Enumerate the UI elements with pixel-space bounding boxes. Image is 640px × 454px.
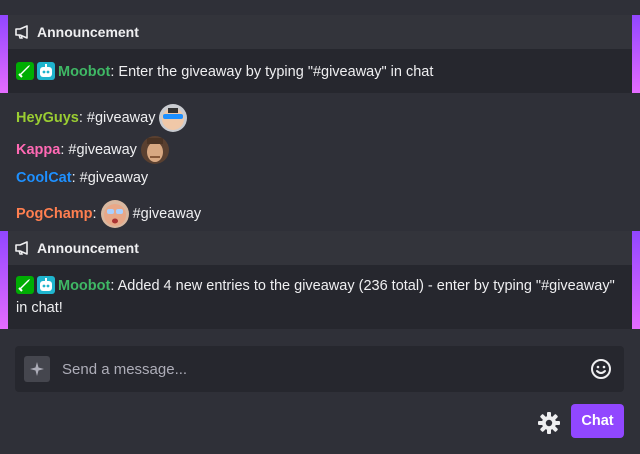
- sword-icon[interactable]: [16, 62, 34, 80]
- announcement-message: Moobot: Added 4 new entries to the givea…: [0, 265, 640, 319]
- megaphone-icon: [15, 241, 28, 255]
- chat-username[interactable]: Moobot: [58, 278, 110, 294]
- chat-line: PogChamp: #giveaway: [16, 200, 201, 228]
- announcement-header: Announcement: [0, 231, 640, 265]
- chat-input-box: [15, 346, 624, 392]
- chat-line: CoolCat: #giveaway: [16, 168, 148, 188]
- robot-icon[interactable]: [37, 62, 55, 80]
- emote-heyguys[interactable]: [159, 104, 188, 132]
- emote-pogchamp[interactable]: [100, 200, 129, 228]
- chat-message-text: : #giveaway: [71, 170, 149, 186]
- chat-username[interactable]: PogChamp: [16, 204, 93, 224]
- chat-line: HeyGuys: #giveaway: [16, 104, 191, 132]
- megaphone-icon: [15, 25, 28, 39]
- chat-input[interactable]: [60, 359, 588, 379]
- chat-username[interactable]: CoolCat: [16, 168, 72, 188]
- chat-username[interactable]: HeyGuys: [16, 108, 79, 128]
- emote-kappa[interactable]: [140, 136, 169, 164]
- chat-message-text: #giveaway: [132, 206, 202, 222]
- gear-icon[interactable]: [536, 410, 562, 436]
- sparkle-icon[interactable]: [24, 356, 50, 382]
- chat-line: Kappa: #giveaway: [16, 136, 173, 164]
- robot-icon[interactable]: [37, 276, 55, 294]
- announcement-2: Announcement Moobot: Added 4 new entries…: [0, 231, 640, 329]
- smiley-icon[interactable]: [588, 356, 614, 382]
- announcement-message: Moobot: Enter the giveaway by typing "#g…: [0, 49, 640, 83]
- sword-icon[interactable]: [16, 276, 34, 294]
- chat-message-text: : #giveaway: [60, 142, 137, 158]
- announcement-title: Announcement: [37, 240, 139, 256]
- chat-message-text: : Enter the giveaway by typing "#giveawa…: [110, 64, 434, 80]
- chat-message-text: :: [92, 206, 97, 222]
- announcement-title: Announcement: [37, 24, 139, 40]
- chat-send-button[interactable]: Chat: [571, 404, 624, 438]
- chat-username[interactable]: Kappa: [16, 140, 60, 160]
- chat-username[interactable]: Moobot: [58, 64, 110, 80]
- chat-message-text: : #giveaway: [78, 110, 156, 126]
- announcement-1: Announcement Moobot: Enter the giveaway …: [0, 15, 640, 93]
- announcement-header: Announcement: [0, 15, 640, 49]
